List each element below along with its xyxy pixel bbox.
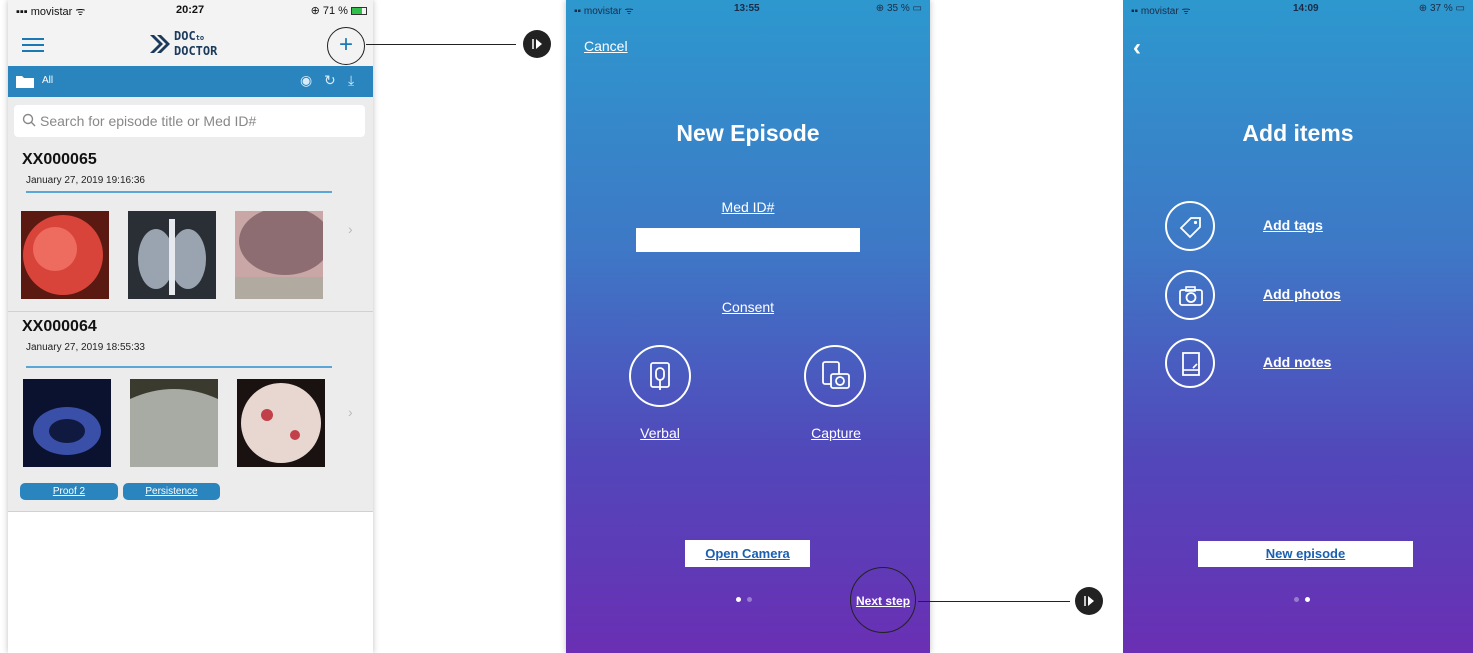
- episode-date: January 27, 2019 18:55:33: [26, 342, 145, 353]
- folder-filter-bar: All ◉ ↻ ⤓: [8, 66, 373, 97]
- camera-icon: [1165, 270, 1215, 320]
- add-episode-button[interactable]: +: [327, 27, 365, 65]
- episode-list-screen: ▪▪▪ movistar ᯤ 20:27 ⊕ 71 % DOCto DOCTOR…: [8, 0, 373, 653]
- search-input[interactable]: [40, 109, 358, 133]
- canvas: ▪▪▪ movistar ᯤ 20:27 ⊕ 71 % DOCto DOCTOR…: [0, 0, 1473, 653]
- page-dot: [1294, 597, 1299, 602]
- logo-mark-icon: [150, 35, 170, 53]
- navbar: DOCto DOCTOR +: [8, 22, 373, 66]
- capture-label[interactable]: Capture: [798, 425, 874, 441]
- consent-link[interactable]: Consent: [566, 299, 930, 315]
- page-indicator: [733, 597, 755, 602]
- episode-card[interactable]: XX000065 January 27, 2019 19:16:36 ›: [8, 145, 373, 312]
- add-tags-row[interactable]: Add tags: [1165, 201, 1465, 253]
- search-box: [14, 105, 365, 137]
- download-icon[interactable]: ⤓: [348, 72, 354, 89]
- back-button[interactable]: ‹: [1133, 34, 1141, 62]
- folder-icon[interactable]: [16, 75, 34, 88]
- add-photos-row[interactable]: Add photos: [1165, 270, 1465, 322]
- next-arrow-icon: [523, 30, 551, 58]
- tag-chip[interactable]: Proof 2: [20, 483, 118, 500]
- sync-icon[interactable]: ↻: [324, 72, 336, 89]
- episode-thumbnail[interactable]: [23, 379, 111, 467]
- next-step-button[interactable]: Next step: [856, 594, 910, 608]
- status-time: 13:55: [734, 3, 760, 14]
- tag-icon: [1165, 201, 1215, 251]
- battery-icon: [351, 7, 367, 16]
- carrier-label: ▪▪▪ movistar ᯤ: [16, 6, 86, 18]
- status-bar: ▪▪ movistar ᯤ 13:55 ⊕ 35 % ▭: [566, 0, 930, 20]
- chevron-right-icon[interactable]: ›: [348, 221, 353, 237]
- chevron-right-icon[interactable]: ›: [348, 404, 353, 420]
- episode-thumbnail[interactable]: [237, 379, 325, 467]
- logo-text: DOCto DOCTOR: [174, 29, 218, 58]
- status-bar: ▪▪▪ movistar ᯤ 20:27 ⊕ 71 %: [8, 0, 373, 22]
- page-dot-active: [736, 597, 741, 602]
- episode-thumbnail[interactable]: [235, 211, 323, 299]
- episode-title: XX000065: [22, 151, 97, 168]
- add-notes-label[interactable]: Add notes: [1263, 354, 1331, 370]
- verbal-consent-button[interactable]: [629, 345, 691, 407]
- status-time: 20:27: [176, 4, 205, 16]
- verbal-label[interactable]: Verbal: [624, 425, 696, 441]
- episode-card[interactable]: XX000064 January 27, 2019 18:55:33 › Pro…: [8, 312, 373, 512]
- carrier-label: ▪▪ movistar ᯤ: [574, 6, 634, 17]
- page-dot: [747, 597, 752, 602]
- status-time: 14:09: [1293, 3, 1319, 14]
- recorder-icon: [650, 362, 670, 390]
- add-photos-label[interactable]: Add photos: [1263, 286, 1341, 302]
- document-camera-icon: [822, 361, 850, 389]
- page-dot-active: [1305, 597, 1310, 602]
- episode-title: XX000064: [22, 318, 97, 335]
- menu-icon[interactable]: [22, 38, 44, 52]
- med-id-label: Med ID#: [721, 199, 775, 215]
- divider: [26, 191, 332, 193]
- page-title: New Episode: [676, 120, 820, 146]
- battery-indicator: ⊕ 35 % ▭: [875, 3, 922, 14]
- carrier-label: ▪▪ movistar ᯤ: [1131, 6, 1191, 17]
- new-episode-button[interactable]: New episode: [1198, 541, 1413, 567]
- add-tags-label[interactable]: Add tags: [1263, 217, 1323, 233]
- cancel-button[interactable]: Cancel: [584, 38, 628, 54]
- episode-thumbnail[interactable]: [128, 211, 216, 299]
- search-bar: [8, 97, 373, 145]
- search-icon: [22, 113, 36, 127]
- add-items-screen: ▪▪ movistar ᯤ 14:09 ⊕ 37 % ▭ ‹ Add items…: [1123, 0, 1473, 653]
- tag-chip[interactable]: Persistence: [123, 483, 220, 500]
- capture-consent-button[interactable]: [804, 345, 866, 407]
- med-id-input[interactable]: [636, 228, 860, 252]
- connector-line: [366, 44, 516, 45]
- episode-thumbnail[interactable]: [130, 379, 218, 467]
- page-indicator: [1291, 597, 1313, 602]
- folder-label[interactable]: All: [42, 75, 53, 86]
- eye-icon[interactable]: ◉: [300, 72, 312, 89]
- episode-thumbnail[interactable]: [21, 211, 109, 299]
- episode-date: January 27, 2019 19:16:36: [26, 175, 145, 186]
- status-bar: ▪▪ movistar ᯤ 14:09 ⊕ 37 % ▭: [1123, 0, 1473, 20]
- note-icon: [1165, 338, 1215, 388]
- next-arrow-icon: [1075, 587, 1103, 615]
- page-title: Add items: [1242, 120, 1354, 146]
- battery-indicator: ⊕ 71 %: [311, 4, 367, 17]
- open-camera-button[interactable]: Open Camera: [685, 540, 810, 567]
- add-notes-row[interactable]: Add notes: [1165, 338, 1465, 390]
- battery-indicator: ⊕ 37 % ▭: [1418, 3, 1465, 14]
- connector-line: [918, 601, 1070, 602]
- new-episode-screen: ▪▪ movistar ᯤ 13:55 ⊕ 35 % ▭ Cancel New …: [566, 0, 930, 653]
- divider: [26, 366, 332, 368]
